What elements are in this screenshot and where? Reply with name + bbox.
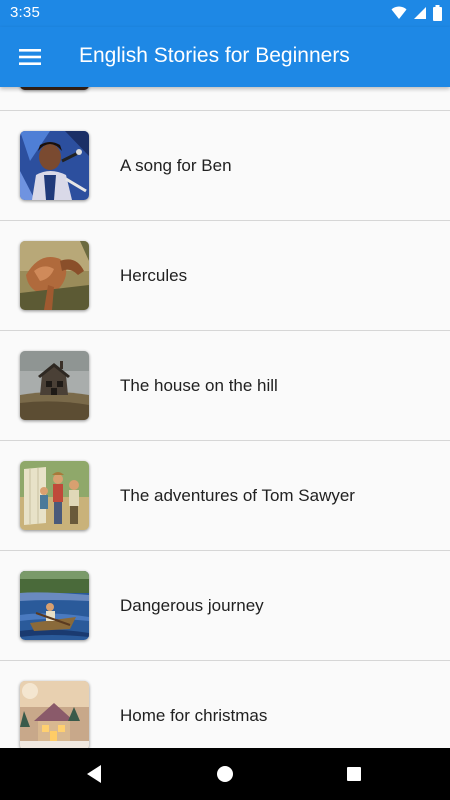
hamburger-menu-icon: [19, 49, 41, 65]
home-button[interactable]: [211, 760, 239, 788]
hercules-thumbnail: [20, 241, 89, 310]
story-title: A song for Ben: [120, 156, 232, 175]
status-time: 3:35: [10, 4, 40, 21]
recents-icon: [347, 767, 361, 781]
christmas-house-thumbnail: [20, 681, 89, 748]
tom-sawyer-thumbnail: [20, 461, 89, 530]
story-title: The adventures of Tom Sawyer: [120, 486, 355, 505]
story-item[interactable]: [0, 87, 450, 111]
recents-button[interactable]: [340, 760, 368, 788]
boat-thumbnail: [20, 571, 89, 640]
story-title: Hercules: [120, 266, 188, 285]
story-item[interactable]: The house on the hill: [0, 331, 450, 441]
wifi-icon: [391, 6, 407, 25]
house-thumbnail: [20, 351, 89, 420]
status-icons: [391, 5, 442, 26]
singer-thumbnail: [20, 131, 89, 200]
home-icon: [217, 766, 233, 782]
story-thumbnail: [20, 87, 89, 90]
story-item[interactable]: Home for christmas: [0, 661, 450, 748]
app-bar: English Stories for Beginners: [0, 27, 450, 87]
story-title: Home for christmas: [120, 706, 268, 725]
signal-icon: [413, 6, 427, 25]
status-bar: 3:35: [0, 0, 450, 27]
battery-icon: [433, 5, 442, 26]
story-title: Dangerous journey: [120, 596, 264, 615]
story-item[interactable]: The adventures of Tom Sawyer: [0, 441, 450, 551]
back-icon: [87, 765, 101, 783]
app-title: English Stories for Beginners: [79, 44, 350, 67]
story-item[interactable]: Hercules: [0, 221, 450, 331]
story-item[interactable]: Dangerous journey: [0, 551, 450, 661]
story-title: The house on the hill: [120, 376, 278, 395]
menu-button[interactable]: [12, 39, 48, 75]
back-button[interactable]: [80, 760, 108, 788]
system-nav-bar: [0, 748, 450, 800]
story-item[interactable]: A song for Ben: [0, 111, 450, 221]
story-list[interactable]: A song for Ben Hercules The house on the…: [0, 87, 450, 748]
